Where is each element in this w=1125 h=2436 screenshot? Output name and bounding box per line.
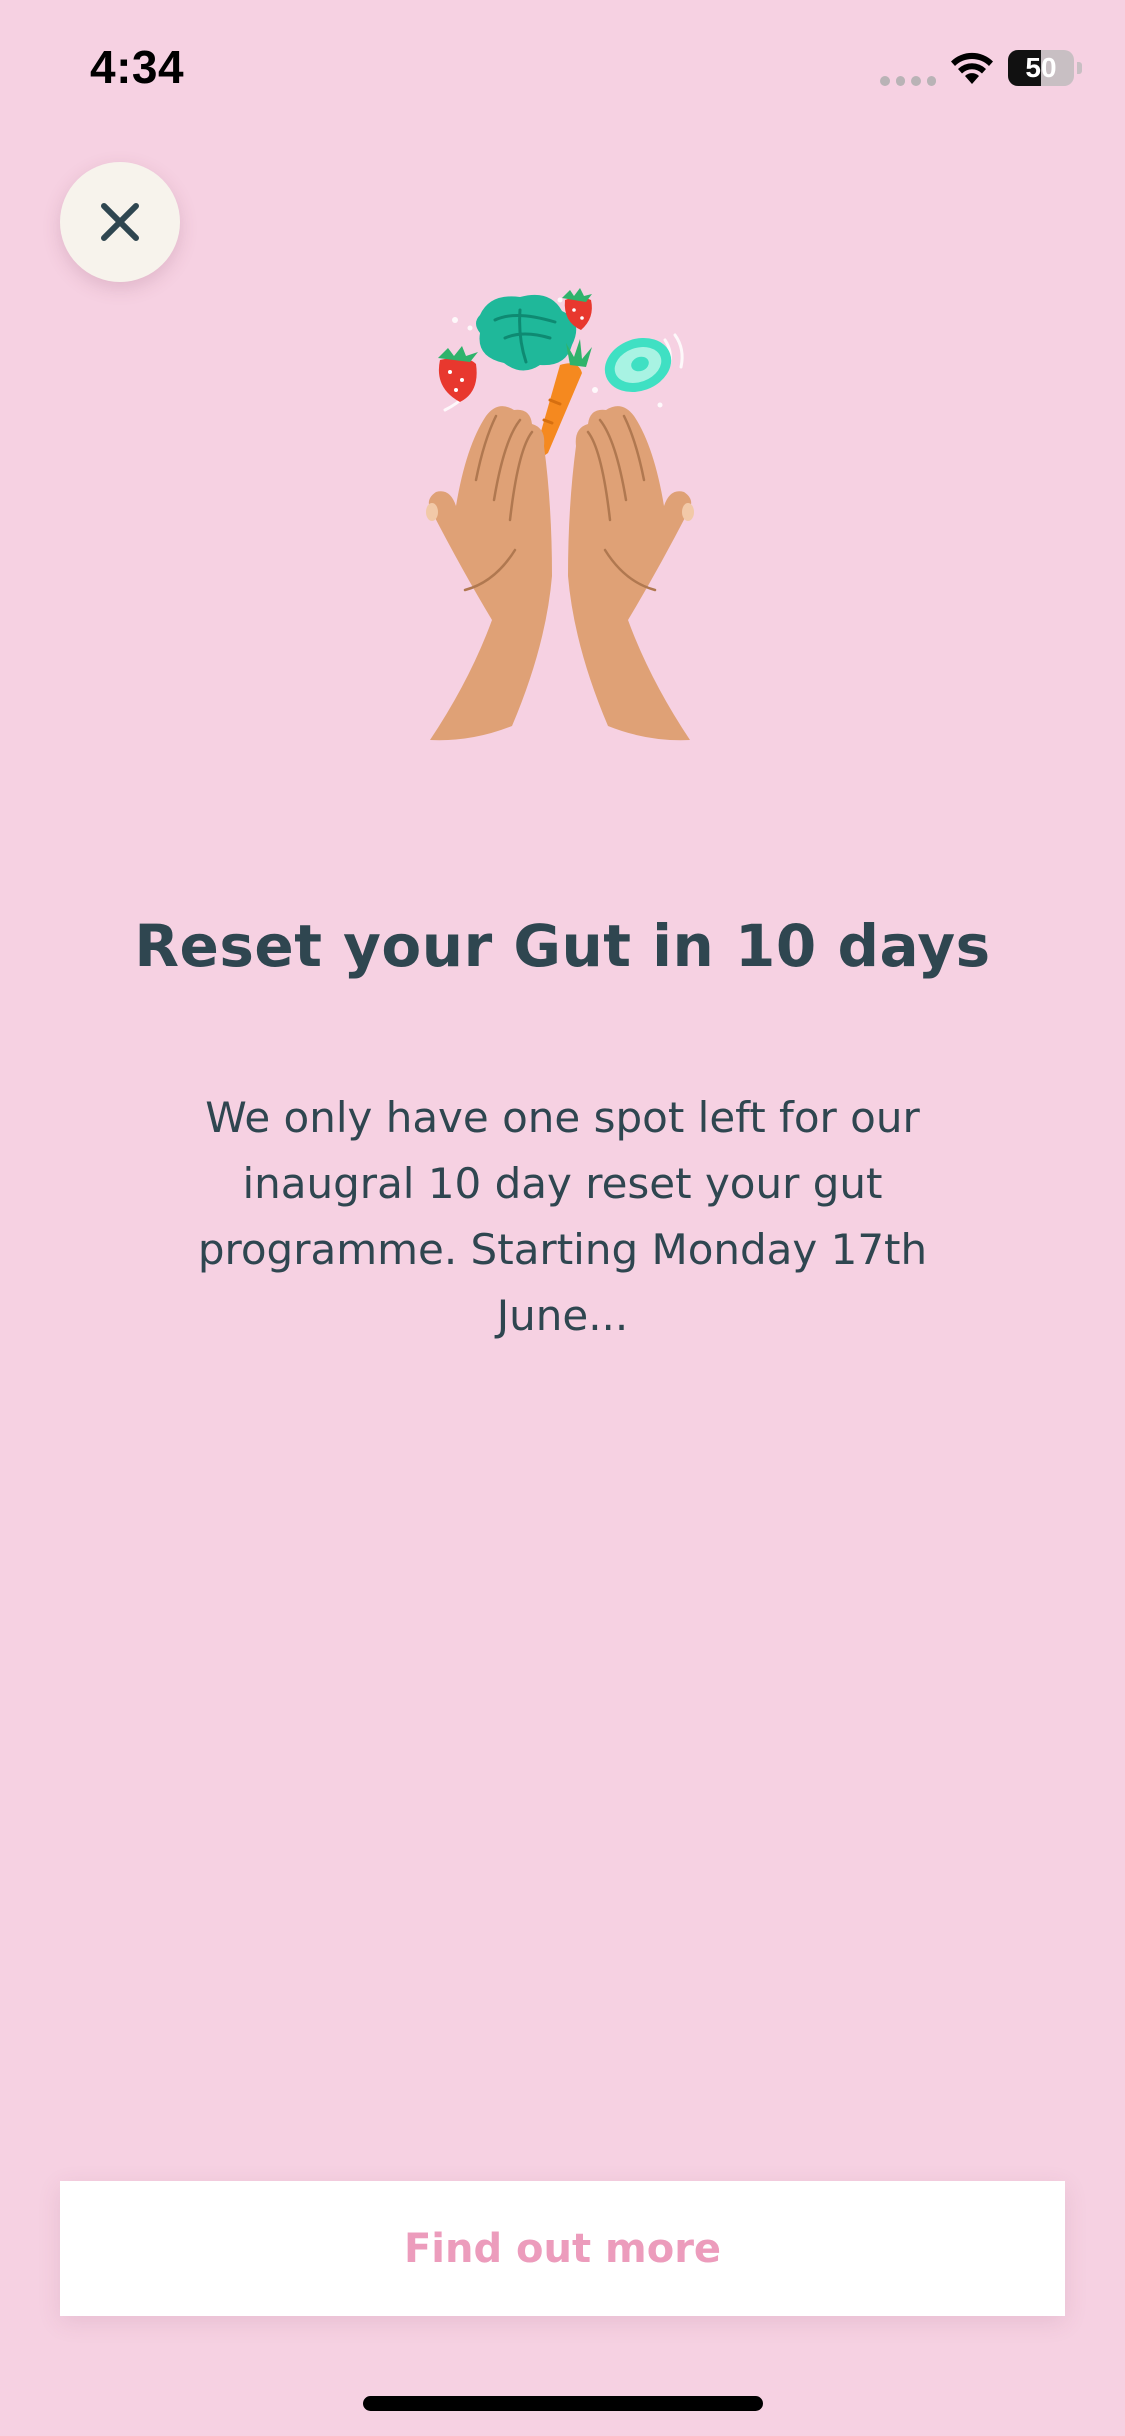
hands-tossing-vegetables-illustration <box>426 288 694 741</box>
battery-level: 50 <box>1025 52 1057 83</box>
left-hand-icon <box>426 406 552 741</box>
close-button[interactable] <box>60 162 180 282</box>
body-text: We only have one spot left for our inaug… <box>197 1093 928 1340</box>
battery-cap <box>1077 62 1082 74</box>
cellular-signal-icon <box>880 76 936 86</box>
home-indicator[interactable] <box>363 2396 763 2411</box>
right-hand-icon <box>568 406 694 741</box>
battery-icon: 50 <box>1008 50 1074 86</box>
strawberry-icon <box>438 346 478 402</box>
status-time: 4:34 <box>90 41 185 93</box>
status-bar: 4:34 50 <box>0 0 1125 140</box>
lettuce-icon <box>476 294 577 371</box>
page-title: Reset your Gut in 10 days <box>134 912 991 980</box>
close-icon <box>101 203 139 241</box>
wifi-icon <box>951 52 993 84</box>
find-out-more-button[interactable]: Find out more <box>60 2181 1065 2316</box>
